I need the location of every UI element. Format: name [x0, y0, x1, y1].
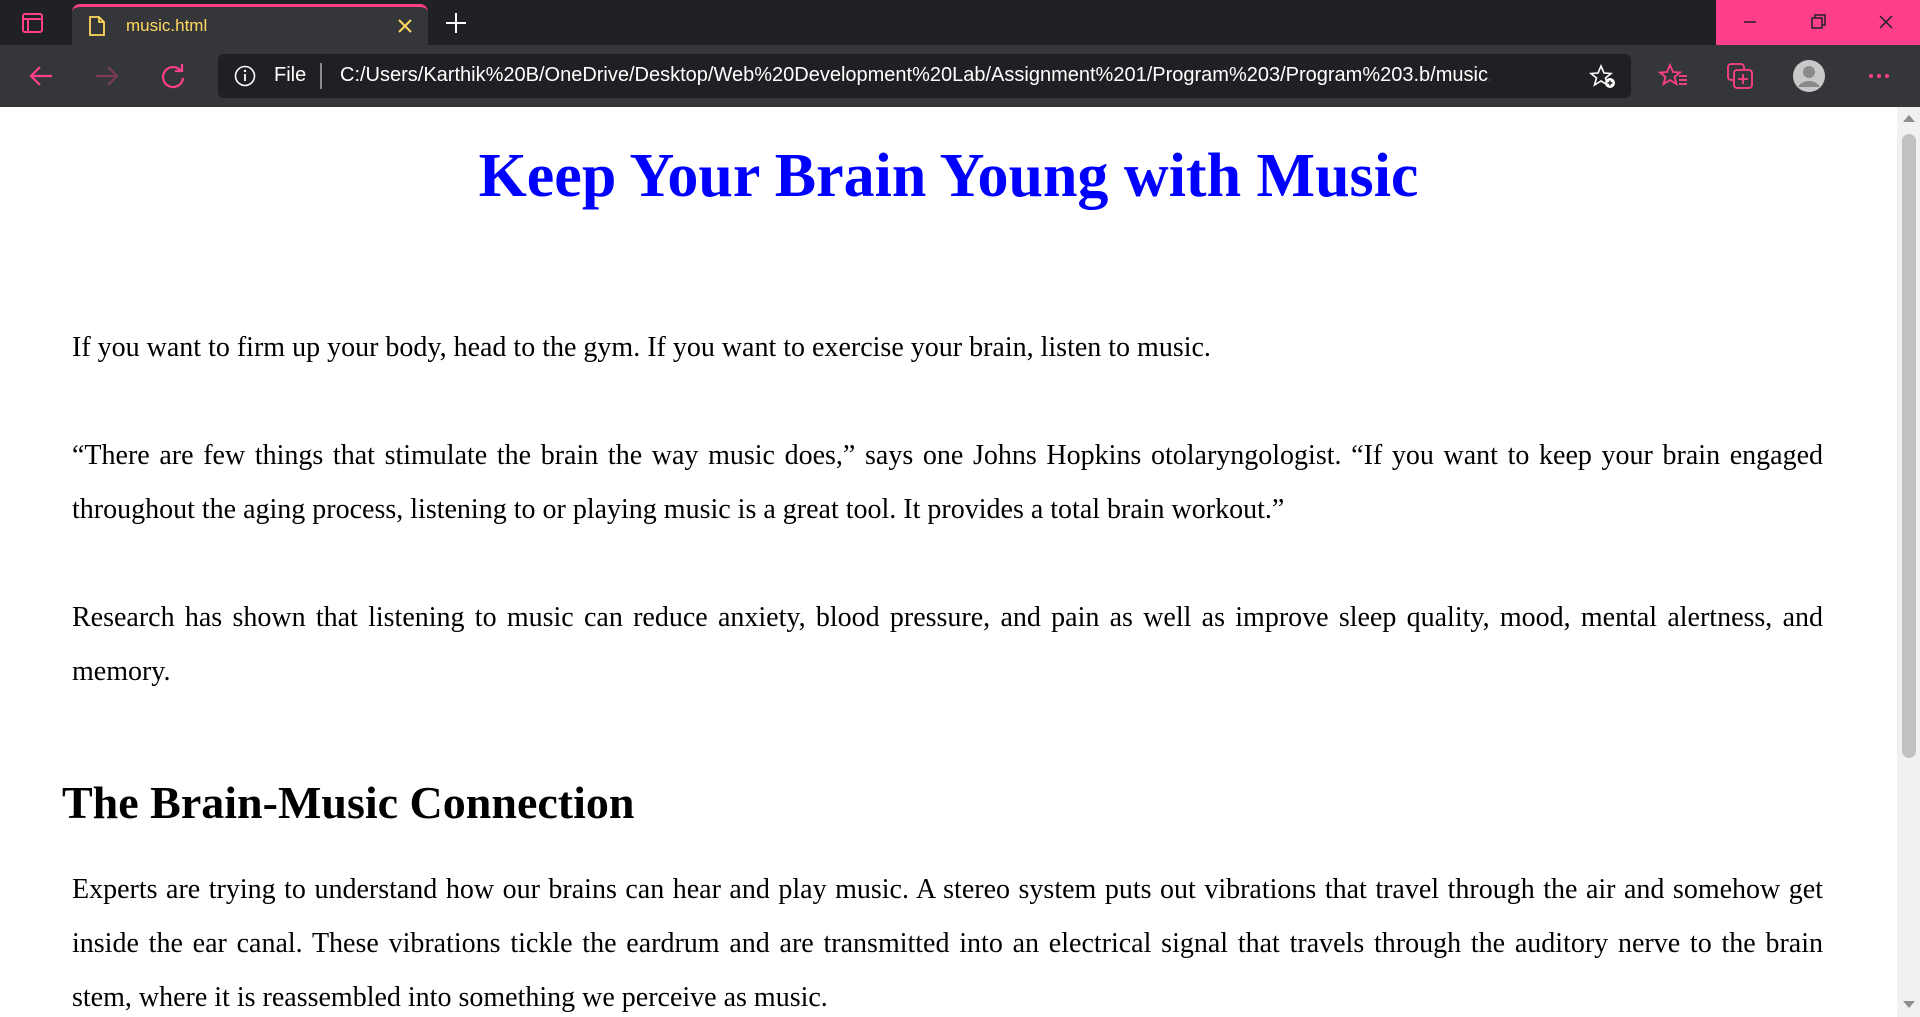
- url-scheme-label: File: [274, 64, 307, 86]
- file-icon: [88, 16, 106, 36]
- tab-title: music.html: [126, 16, 208, 35]
- profile-avatar-icon[interactable]: [1792, 59, 1826, 93]
- scroll-up-arrow-icon[interactable]: [1903, 115, 1915, 122]
- forward-arrow-icon[interactable]: [90, 59, 124, 93]
- paragraph-connection: Experts are trying to understand how our…: [72, 874, 1823, 1013]
- minimize-icon[interactable]: [1716, 0, 1784, 45]
- add-favorite-icon[interactable]: [1588, 63, 1618, 91]
- close-icon[interactable]: [394, 15, 416, 37]
- paragraph-intro: If you want to firm up your body, head t…: [72, 332, 1211, 363]
- title-bar: music.html: [0, 0, 1920, 45]
- browser-tab[interactable]: music.html: [72, 4, 428, 45]
- tab-actions-icon[interactable]: [20, 11, 48, 35]
- collections-icon[interactable]: [1723, 59, 1757, 93]
- address-bar[interactable]: File C:/Users/Karthik%20B/OneDrive/Deskt…: [218, 54, 1631, 98]
- page-title: Keep Your Brain Young with Music: [478, 142, 1419, 210]
- window-controls: [1716, 0, 1920, 45]
- more-options-icon[interactable]: [1862, 59, 1896, 93]
- address-divider: [320, 63, 322, 89]
- close-window-icon[interactable]: [1852, 0, 1920, 45]
- page-content: Keep Your Brain Young with Music If you …: [0, 107, 1897, 1017]
- favorites-icon[interactable]: [1657, 59, 1691, 93]
- scroll-thumb[interactable]: [1902, 134, 1916, 758]
- paragraph-research: Research has shown that listening to mus…: [72, 602, 1823, 687]
- new-tab-icon[interactable]: [442, 9, 470, 37]
- back-arrow-icon[interactable]: [24, 59, 58, 93]
- vertical-scrollbar[interactable]: [1897, 107, 1920, 1017]
- refresh-icon[interactable]: [156, 59, 190, 93]
- browser-toolbar: File C:/Users/Karthik%20B/OneDrive/Deskt…: [0, 45, 1920, 107]
- url-text[interactable]: C:/Users/Karthik%20B/OneDrive/Desktop/We…: [340, 64, 1490, 87]
- restore-icon[interactable]: [1784, 0, 1852, 45]
- info-icon[interactable]: [234, 65, 256, 87]
- section-heading: The Brain-Music Connection: [62, 777, 635, 828]
- scroll-down-arrow-icon[interactable]: [1903, 1001, 1915, 1008]
- paragraph-quote: “There are few things that stimulate the…: [72, 440, 1823, 525]
